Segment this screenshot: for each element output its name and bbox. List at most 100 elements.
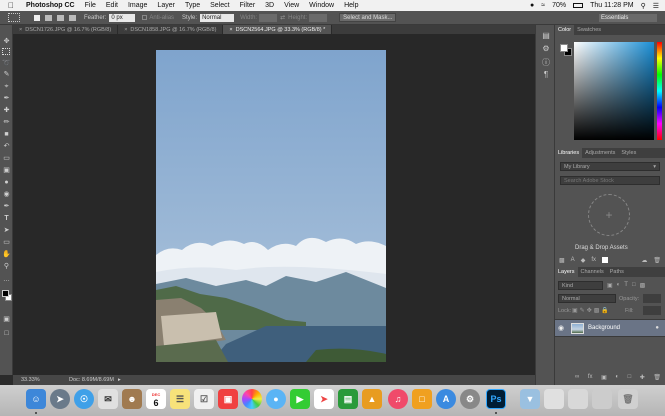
eye-icon[interactable]: ◉ <box>558 324 566 332</box>
tab-adjustments[interactable]: Adjustments <box>582 148 618 158</box>
filter-pixel-icon[interactable]: ▣ <box>607 282 613 289</box>
hue-slider[interactable] <box>657 42 662 140</box>
quick-mask-icon[interactable]: ▣ <box>2 315 11 324</box>
layer-name[interactable]: Background <box>588 325 620 331</box>
library-select[interactable]: My Library ▾ <box>560 162 660 171</box>
menu-image[interactable]: Image <box>128 2 147 9</box>
eyedropper-tool-icon[interactable]: ✒ <box>2 94 11 103</box>
zoom-tool-icon[interactable]: ⚲ <box>2 262 11 271</box>
apple-icon[interactable]:  <box>8 1 18 10</box>
type-tool-icon[interactable]: T <box>2 214 11 223</box>
add-character-style-icon[interactable]: A <box>571 257 575 263</box>
stack-item-3-icon[interactable] <box>592 389 612 409</box>
stock-search-input[interactable]: Search Adobe Stock <box>560 176 660 185</box>
tab-close-icon[interactable]: × <box>229 27 232 33</box>
wifi-icon[interactable]: ≈ <box>541 2 545 9</box>
trash-icon[interactable]: 🗑 <box>618 389 638 409</box>
downloads-folder-icon[interactable]: ▼ <box>520 389 540 409</box>
library-trash-icon[interactable]: 🗑 <box>653 257 661 264</box>
menubar-clock[interactable]: Thu 11:28 PM <box>590 2 633 9</box>
menu-file[interactable]: File <box>85 2 96 9</box>
paragraph-panel-icon[interactable]: ¶ <box>540 70 552 81</box>
lock-icons[interactable]: ▣✎✥▩🔒 <box>572 307 611 314</box>
brush-tool-icon[interactable]: ✏ <box>2 118 11 127</box>
menu-filter[interactable]: Filter <box>240 2 256 9</box>
marquee-tool-icon[interactable] <box>2 48 10 55</box>
tab-dscn2564[interactable]: × DSCN2564.JPG @ 33.3% (RGB/8) * <box>223 25 333 34</box>
healing-brush-tool-icon[interactable]: ✚ <box>2 106 11 115</box>
workspace-select[interactable]: Essentials <box>599 13 657 22</box>
filter-adjustment-icon[interactable]: ◐ <box>617 282 621 289</box>
finder-icon[interactable]: ☺ <box>26 389 46 409</box>
menu-select[interactable]: Select <box>210 2 229 9</box>
layer-style-icon[interactable]: fx <box>588 374 593 381</box>
new-selection-icon[interactable] <box>34 14 40 21</box>
quick-select-tool-icon[interactable]: ✎ <box>2 70 11 79</box>
width-input[interactable] <box>259 13 278 22</box>
tool-preset-icon[interactable] <box>8 13 20 22</box>
battery-percent[interactable]: 70% <box>552 2 566 9</box>
history-brush-tool-icon[interactable]: ↶ <box>2 142 11 151</box>
opacity-input[interactable] <box>643 294 661 303</box>
numbers-icon[interactable]: ▤ <box>338 389 358 409</box>
add-fx-icon[interactable]: fx <box>591 257 596 263</box>
clone-stamp-tool-icon[interactable]: ■ <box>2 130 11 139</box>
layer-row-background[interactable]: ◉ Background ● <box>555 319 665 337</box>
calendar-icon[interactable]: DEC 6 <box>146 389 166 409</box>
keynote-icon[interactable]: ▲ <box>362 389 382 409</box>
zoom-level[interactable]: 33.33% <box>21 377 61 383</box>
document-canvas[interactable] <box>156 50 386 362</box>
photos-icon[interactable] <box>242 389 262 409</box>
info-panel-icon[interactable]: ⓘ <box>540 57 552 68</box>
adjustment-layer-icon[interactable]: ◐ <box>615 374 619 381</box>
subtract-selection-icon[interactable] <box>57 14 64 21</box>
style-select[interactable]: Normal <box>200 13 235 22</box>
stack-item-1-icon[interactable] <box>544 389 564 409</box>
photoshop-icon[interactable]: Ps <box>486 389 506 409</box>
add-color-icon[interactable] <box>601 257 608 263</box>
tab-paths[interactable]: Paths <box>607 267 627 277</box>
intersect-selection-icon[interactable] <box>69 14 76 21</box>
menu-type[interactable]: Type <box>185 2 200 9</box>
history-panel-icon[interactable]: ▤ <box>540 31 552 42</box>
cloud-icon[interactable]: ☁ <box>641 257 647 264</box>
menu-3d[interactable]: 3D <box>265 2 274 9</box>
ibooks-icon[interactable]: □ <box>412 389 432 409</box>
foreground-color-swatch[interactable] <box>2 290 9 297</box>
stack-item-2-icon[interactable] <box>568 389 588 409</box>
photos-badge-icon[interactable]: ▣ <box>218 389 238 409</box>
tab-dscn1858[interactable]: × DSCN1858.JPG @ 16.7% (RGB/8) <box>118 25 224 34</box>
tab-channels[interactable]: Channels <box>578 267 607 277</box>
fill-input[interactable] <box>643 306 661 315</box>
tab-color[interactable]: Color <box>555 25 575 35</box>
select-and-mask-button[interactable]: Select and Mask... <box>339 13 397 22</box>
layer-filter-kind[interactable]: Kind <box>558 281 603 290</box>
hand-tool-icon[interactable]: ✋ <box>2 250 11 259</box>
height-input[interactable] <box>309 13 328 22</box>
menu-app-name[interactable]: Photoshop CC <box>26 2 75 9</box>
delete-layer-icon[interactable]: 🗑 <box>653 374 661 381</box>
adobe-cc-icon[interactable]: ● <box>530 2 534 9</box>
rectangle-tool-icon[interactable]: ▭ <box>2 238 11 247</box>
menu-window[interactable]: Window <box>309 2 334 9</box>
system-preferences-icon[interactable]: ⚙ <box>460 389 480 409</box>
app-store-icon[interactable]: A <box>436 389 456 409</box>
maps-icon[interactable]: ➤ <box>314 389 334 409</box>
tab-close-icon[interactable]: × <box>124 27 127 33</box>
menu-layer[interactable]: Layer <box>157 2 175 9</box>
tab-styles[interactable]: Styles <box>618 148 639 158</box>
tab-swatches[interactable]: Swatches <box>574 25 604 35</box>
spotlight-icon[interactable]: ⚲ <box>641 2 646 10</box>
filter-smart-icon[interactable]: ▩ <box>640 282 646 289</box>
color-fg-swatch[interactable] <box>560 44 568 52</box>
mail-icon[interactable]: ✉ <box>98 389 118 409</box>
crop-tool-icon[interactable]: ⌖ <box>2 82 11 91</box>
messages-icon[interactable]: ● <box>266 389 286 409</box>
dodge-tool-icon[interactable]: ◉ <box>2 190 11 199</box>
filter-shape-icon[interactable]: □ <box>632 282 636 289</box>
safari-icon[interactable]: ☉ <box>74 389 94 409</box>
lasso-tool-icon[interactable]: ➰ <box>2 59 11 68</box>
notes-icon[interactable]: ☰ <box>170 389 190 409</box>
contacts-icon[interactable]: ☻ <box>122 389 142 409</box>
antialias-checkbox[interactable] <box>142 15 148 20</box>
